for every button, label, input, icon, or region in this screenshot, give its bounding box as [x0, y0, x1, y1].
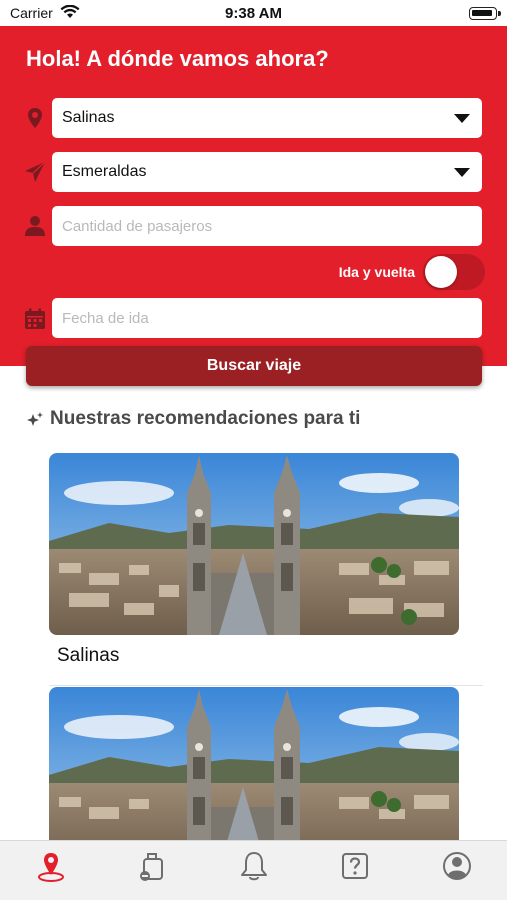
round-trip-label: Ida y vuelta	[338, 264, 415, 280]
destination-card-title[interactable]: Salinas	[57, 645, 119, 667]
tab-bar	[0, 840, 507, 900]
battery-icon	[469, 7, 501, 20]
paper-plane-icon	[24, 161, 46, 183]
toggle-knob	[425, 256, 457, 288]
destination-value: Esmeraldas	[62, 163, 147, 180]
tab-help-icon[interactable]	[338, 849, 372, 883]
clock: 9:38 AM	[225, 5, 282, 22]
status-bar: Carrier 9:38 AM	[0, 0, 507, 26]
location-pin-icon	[24, 107, 46, 129]
chevron-down-icon	[454, 114, 470, 123]
chevron-down-icon	[454, 168, 470, 177]
origin-select[interactable]: Salinas	[52, 98, 482, 138]
origin-value: Salinas	[62, 109, 115, 126]
sparkle-icon	[26, 412, 44, 433]
round-trip-toggle[interactable]	[423, 254, 485, 290]
tab-notifications-bell-icon[interactable]	[237, 849, 271, 883]
departure-date-field[interactable]	[52, 298, 482, 338]
destination-select[interactable]: Esmeraldas	[52, 152, 482, 192]
departure-date-input[interactable]	[52, 298, 482, 338]
tab-bookings-luggage-icon[interactable]	[135, 849, 169, 883]
destination-card-image[interactable]	[49, 687, 459, 840]
destination-card-image[interactable]	[49, 453, 459, 635]
tab-trips-map-pin-icon[interactable]	[34, 849, 68, 883]
passengers-field[interactable]	[52, 206, 482, 246]
recommendations-title: Nuestras recomendaciones para ti	[50, 408, 361, 429]
search-trip-button[interactable]: Buscar viaje	[26, 346, 482, 386]
passengers-input[interactable]	[52, 206, 482, 246]
person-icon	[24, 215, 46, 237]
tab-profile-icon[interactable]	[440, 849, 474, 883]
calendar-icon	[24, 308, 46, 330]
page-title: Hola! A dónde vamos ahora?	[26, 46, 329, 71]
card-divider	[49, 685, 483, 686]
